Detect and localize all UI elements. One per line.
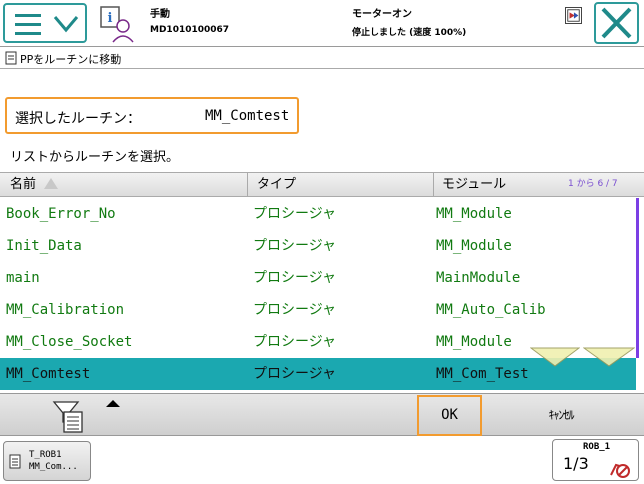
- selected-routine-value: MM_Comtest: [205, 108, 290, 124]
- column-header-name[interactable]: 名前: [0, 173, 248, 196]
- collapse-up-icon[interactable]: [106, 400, 120, 407]
- main-menu-button[interactable]: [3, 3, 87, 43]
- filter-icon[interactable]: [48, 398, 88, 434]
- exit-icon: [565, 7, 582, 24]
- row-type: プロシージャ: [253, 334, 337, 350]
- footer-bar: T_ROB1 MM_Com... ROB_1 1/3: [0, 437, 644, 484]
- hamburger-icon: [15, 14, 41, 41]
- info-user-icon[interactable]: i: [95, 4, 139, 44]
- table-row[interactable]: main プロシージャ MainModule: [0, 262, 636, 294]
- page-indicator: 1 から 6 / 7: [568, 179, 618, 189]
- scroll-down-icon[interactable]: [583, 347, 635, 367]
- instruction-text: リストからルーチンを選択。: [10, 150, 180, 165]
- sort-ascending-icon: [44, 178, 59, 189]
- table-header: 名前 タイプ モジュール 1 から 6 / 7: [0, 172, 644, 197]
- robot-status-button[interactable]: ROB_1 1/3: [552, 439, 639, 481]
- row-module: MM_Module: [436, 334, 512, 350]
- column-header-name-label: 名前: [10, 177, 37, 192]
- command-bar: OK ｷｬﾝｾﾙ: [0, 393, 644, 436]
- row-module: MM_Com_Test: [436, 366, 529, 382]
- selected-routine-label: 選択したルーチン：: [15, 111, 141, 127]
- speed-increment: 1/3: [563, 454, 589, 473]
- row-module: MM_Auto_Calib: [436, 302, 546, 318]
- task-button[interactable]: T_ROB1 MM_Com...: [3, 441, 91, 481]
- row-name: Book_Error_No: [6, 206, 116, 222]
- motor-state-text: モーターオン: [352, 9, 412, 20]
- row-type: プロシージャ: [253, 270, 337, 286]
- row-name: MM_Comtest: [6, 366, 91, 382]
- chevron-down-icon: [53, 16, 79, 33]
- task-module: MM_Com...: [29, 462, 78, 472]
- cancel-button[interactable]: ｷｬﾝｾﾙ: [525, 394, 597, 436]
- row-type: プロシージャ: [253, 302, 337, 318]
- operating-mode-text: 手動: [150, 9, 170, 20]
- window-title: PPをルーチンに移動: [20, 53, 122, 66]
- robot-stop-icon: [610, 463, 630, 478]
- svg-text:i: i: [108, 11, 113, 26]
- selected-routine-box: 選択したルーチン： MM_Comtest: [5, 97, 299, 134]
- task-name: T_ROB1: [29, 450, 62, 460]
- row-module: MainModule: [436, 270, 521, 286]
- row-module: MM_Module: [436, 238, 512, 254]
- row-type: プロシージャ: [253, 366, 337, 382]
- scroll-up-icon[interactable]: [530, 347, 580, 367]
- ok-button[interactable]: OK: [417, 395, 482, 436]
- program-window-icon: [5, 51, 17, 65]
- row-name: Init_Data: [6, 238, 82, 254]
- program-state-text: 停止しました (速度 100%): [352, 28, 467, 38]
- row-name: MM_Close_Socket: [6, 334, 133, 350]
- close-button[interactable]: [594, 2, 639, 44]
- table-row[interactable]: Book_Error_No プロシージャ MM_Module: [0, 198, 636, 230]
- top-status-bar: i 手動 MD1010100067 モーターオン 停止しました (速度 100%…: [0, 0, 644, 47]
- row-type: プロシージャ: [253, 206, 337, 222]
- row-module: MM_Module: [436, 206, 512, 222]
- row-name: main: [6, 270, 40, 286]
- close-x-icon: [601, 7, 632, 39]
- row-name: MM_Calibration: [6, 302, 125, 318]
- window-subheader: PPをルーチンに移動: [0, 48, 644, 69]
- table-row[interactable]: Init_Data プロシージャ MM_Module: [0, 230, 636, 262]
- controller-id-text: MD1010100067: [150, 25, 230, 35]
- robot-name: ROB_1: [583, 442, 611, 452]
- table-row[interactable]: MM_Calibration プロシージャ MM_Auto_Calib: [0, 294, 636, 326]
- column-header-type[interactable]: タイプ: [248, 173, 434, 196]
- row-type: プロシージャ: [253, 238, 337, 254]
- program-task-icon: [9, 454, 21, 469]
- scrollbar[interactable]: [636, 198, 639, 358]
